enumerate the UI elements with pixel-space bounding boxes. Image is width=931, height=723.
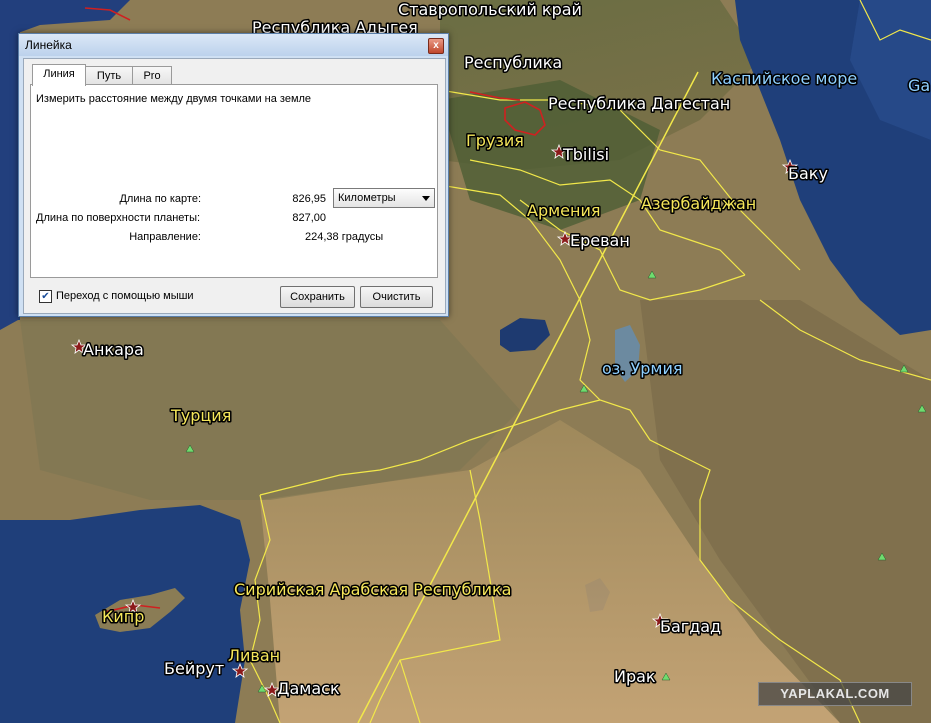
label-ga: Ga (908, 76, 930, 95)
label-iraq: Ирак (614, 667, 656, 686)
clear-button[interactable]: Очистить (360, 286, 433, 308)
label-armenia: Армения (527, 201, 601, 220)
label-dagestan: Республика Дагестан (548, 94, 730, 113)
label-baghdad: Багдад (660, 617, 721, 636)
label-georgia: Грузия (466, 131, 524, 150)
tab-line[interactable]: Линия (32, 64, 86, 86)
units-select[interactable]: Километры (333, 188, 435, 208)
chevron-down-icon (422, 196, 430, 201)
map-length-value: 826,95 (292, 193, 326, 205)
label-azerbaijan: Азербайджан (641, 194, 756, 213)
close-button[interactable]: x (428, 38, 444, 54)
surface-length-label: Длина по поверхности планеты: (36, 212, 201, 224)
map-length-label: Длина по карте: (119, 193, 201, 205)
label-cyprus: Кипр (102, 607, 144, 626)
units-selected-value: Километры (338, 192, 396, 204)
label-yerevan: Ереван (570, 231, 630, 250)
direction-value: 224,38 градусы (305, 231, 384, 243)
mouse-nav-checkbox[interactable]: ✔ (39, 290, 52, 303)
label-beirut: Бейрут (164, 659, 224, 678)
tab-pro[interactable]: Pro (132, 66, 172, 85)
dialog-title: Линейка (25, 38, 72, 52)
label-lebanon: Ливан (228, 646, 280, 665)
dialog-titlebar[interactable]: Линейка x (19, 34, 448, 56)
watermark: YAPLAKAL.COM (758, 682, 912, 706)
label-ankara: Анкара (83, 340, 144, 359)
ruler-dialog: Линейка x Линия Путь Pro Измерить рассто… (18, 33, 449, 317)
label-baku: Баку (788, 164, 828, 183)
close-icon: x (433, 40, 439, 51)
tab-panel: Измерить расстояние между двумя точками … (30, 84, 438, 278)
label-republika: Республика (464, 53, 562, 72)
direction-label: Направление: (129, 231, 201, 243)
label-turkey: Турция (170, 406, 231, 425)
label-urmia: оз. Урмия (602, 359, 682, 378)
save-button[interactable]: Сохранить (280, 286, 355, 308)
label-damascus: Дамаск (277, 679, 340, 698)
label-stavropol: Ставропольский край (398, 0, 582, 19)
label-caspian: Каспийское море (711, 69, 857, 88)
label-tbilisi: Tbilisi (562, 145, 609, 164)
label-syria: Сирийская Арабская Республика (234, 580, 511, 599)
tab-path[interactable]: Путь (85, 66, 133, 85)
surface-length-value: 827,00 (292, 212, 326, 224)
checkmark-icon: ✔ (41, 291, 50, 302)
dialog-body: Линия Путь Pro Измерить расстояние между… (23, 58, 446, 314)
instruction-text: Измерить расстояние между двумя точками … (36, 93, 312, 105)
mouse-nav-label: Переход с помощью мыши (56, 290, 194, 302)
